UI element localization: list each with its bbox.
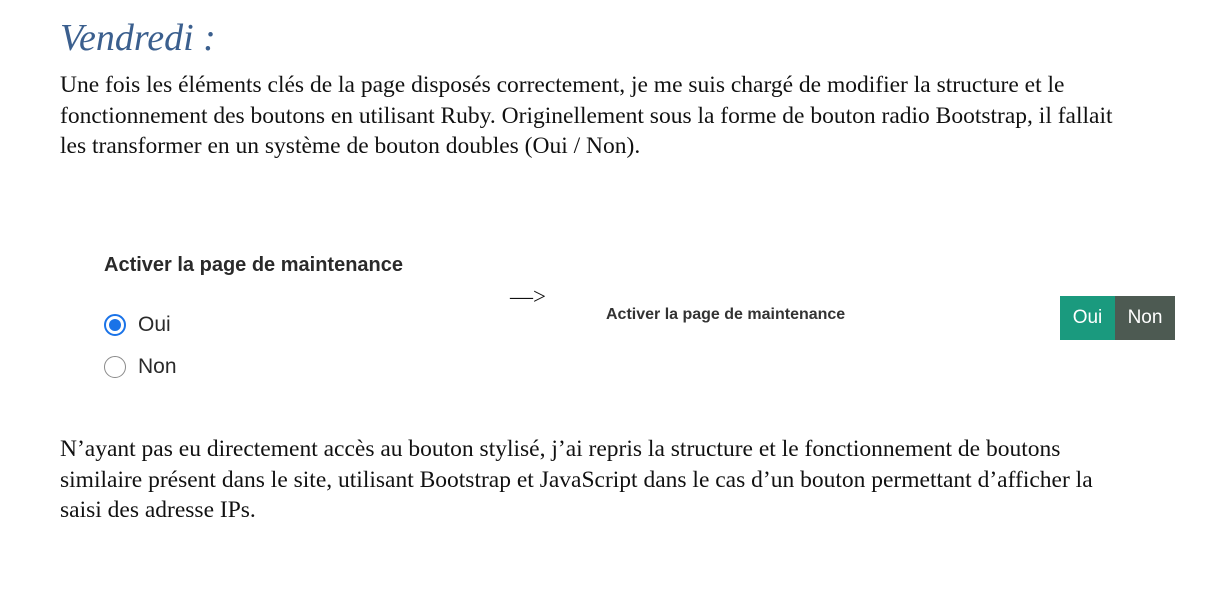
radio-group-title: Activer la page de maintenance bbox=[104, 254, 404, 276]
radio-option-oui-label: Oui bbox=[138, 313, 171, 336]
toggle-group-title: Activer la page de maintenance bbox=[606, 306, 846, 323]
radio-checked-icon[interactable] bbox=[104, 314, 126, 336]
radio-option-non[interactable]: Non bbox=[104, 354, 177, 380]
radio-option-oui[interactable]: Oui bbox=[104, 312, 171, 338]
toggle-oui-button[interactable]: Oui bbox=[1060, 296, 1115, 340]
closing-paragraph: N’ayant pas eu directement accès au bout… bbox=[60, 436, 1093, 523]
radio-button-example: Activer la page de maintenance Oui Non bbox=[100, 248, 480, 398]
transformation-arrow: —> bbox=[510, 284, 546, 309]
yes-no-toggle: Oui Non bbox=[1060, 296, 1175, 340]
radio-unchecked-icon[interactable] bbox=[104, 356, 126, 378]
toggle-non-button[interactable]: Non bbox=[1115, 296, 1175, 340]
section-heading: Vendredi : bbox=[60, 17, 216, 59]
radio-option-non-label: Non bbox=[138, 355, 177, 378]
intro-paragraph: Une fois les éléments clés de la page di… bbox=[60, 72, 1113, 159]
